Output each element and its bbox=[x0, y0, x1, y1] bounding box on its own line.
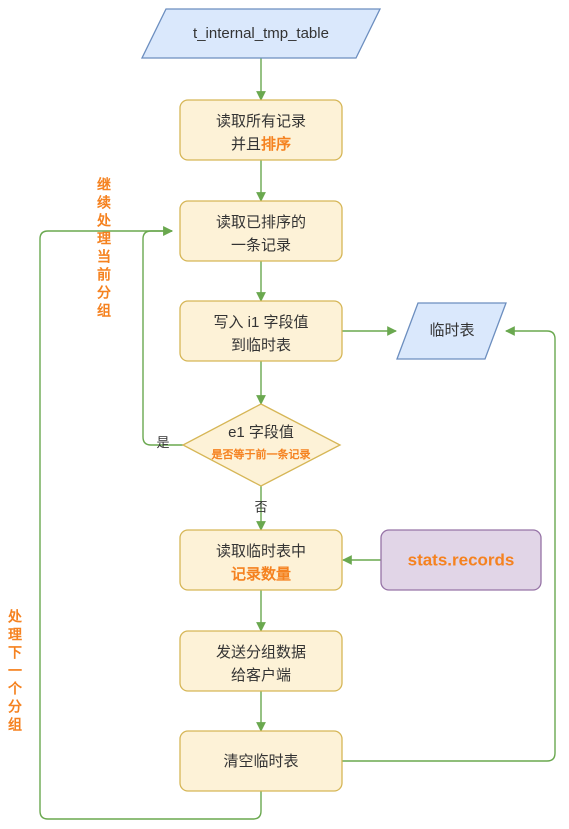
node-write-i1-line2: 到临时表 bbox=[231, 337, 291, 354]
node-write-i1-line1: 写入 i1 字段值 bbox=[213, 314, 308, 331]
node-send-group-line1: 发送分组数据 bbox=[216, 644, 306, 661]
node-read-all-sort-line2-plain: 并且 bbox=[231, 136, 261, 153]
node-send-group[interactable]: 发送分组数据 给客户端 bbox=[179, 630, 343, 692]
node-source-table[interactable]: t_internal_tmp_table bbox=[140, 8, 382, 59]
flowchart-svg: t_internal_tmp_table 读取所有记录 并且排序 读取已排序的 … bbox=[7, 8, 556, 820]
edge-label-no: 否 bbox=[254, 499, 267, 514]
annotation-next-group: 处理下一个分组 bbox=[7, 608, 23, 735]
node-tmp-table-label: 临时表 bbox=[429, 322, 474, 339]
node-read-count-line2: 记录数量 bbox=[231, 565, 291, 583]
node-read-count-line1: 读取临时表中 bbox=[216, 543, 306, 560]
node-stats-records-label: stats.records bbox=[408, 550, 515, 569]
node-source-table-label: t_internal_tmp_table bbox=[193, 25, 329, 42]
node-send-group-line2: 给客户端 bbox=[231, 667, 291, 684]
node-read-all-sort-line2-accent: 排序 bbox=[261, 135, 291, 153]
node-read-all-sort[interactable]: 读取所有记录 并且排序 bbox=[179, 99, 343, 161]
node-stats-records[interactable]: stats.records bbox=[380, 529, 542, 591]
node-write-i1[interactable]: 写入 i1 字段值 到临时表 bbox=[179, 300, 343, 362]
node-read-count[interactable]: 读取临时表中 记录数量 bbox=[179, 529, 343, 591]
edge-label-yes: 是 bbox=[156, 435, 169, 450]
node-tmp-table[interactable]: 临时表 bbox=[396, 302, 507, 360]
node-clear-tmp[interactable]: 清空临时表 bbox=[179, 730, 343, 792]
node-read-one-line1: 读取已排序的 bbox=[216, 214, 306, 231]
node-decision-e1-line2: 是否等于前一条记录 bbox=[211, 447, 311, 461]
node-clear-tmp-label: 清空临时表 bbox=[223, 753, 298, 770]
node-read-all-sort-line1: 读取所有记录 bbox=[216, 113, 306, 130]
annotation-continue-current-group: 继续处理当前分组 bbox=[96, 176, 112, 321]
node-read-one[interactable]: 读取已排序的 一条记录 bbox=[179, 200, 343, 262]
diamond-shape bbox=[181, 403, 342, 487]
node-decision-e1-line1: e1 字段值 bbox=[228, 424, 294, 441]
node-read-all-sort-line2: 并且排序 bbox=[231, 135, 291, 153]
flowchart-canvas: t_internal_tmp_table 读取所有记录 并且排序 读取已排序的 … bbox=[0, 0, 569, 829]
edge-decision-yes-loop bbox=[142, 226, 183, 446]
node-decision-e1[interactable]: e1 字段值 是否等于前一条记录 bbox=[181, 403, 342, 487]
node-read-one-line2: 一条记录 bbox=[231, 237, 291, 254]
